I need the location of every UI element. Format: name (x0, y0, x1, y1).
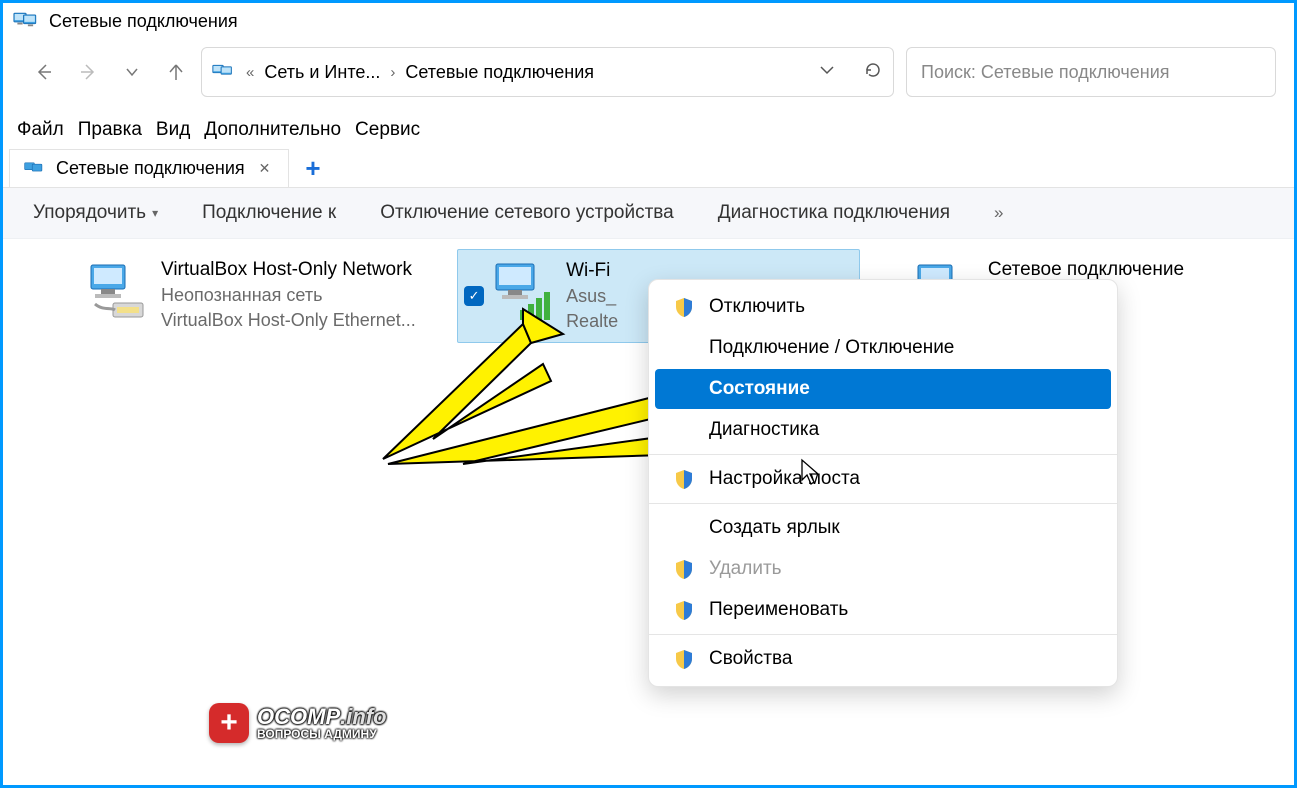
watermark-tagline: ВОПРОСЫ АДМИНУ (257, 728, 387, 740)
context-menu: Отключить Подключение / Отключение Состо… (648, 279, 1118, 687)
mouse-cursor-icon (800, 458, 822, 486)
search-input[interactable]: Поиск: Сетевые подключения (906, 47, 1276, 97)
ctx-bridge[interactable]: Настройка моста (655, 459, 1111, 499)
toolbar-overflow[interactable]: » (994, 203, 1003, 223)
network-connections-icon (212, 62, 236, 82)
connection-item-virtualbox[interactable]: VirtualBox Host-Only Network Неопознанна… (73, 249, 457, 343)
address-row: « Сеть и Инте... › Сетевые подключения П… (3, 39, 1294, 115)
ctx-separator (649, 454, 1117, 455)
watermark-tld: .info (340, 704, 386, 729)
new-tab-button[interactable]: + (289, 153, 336, 184)
watermark-badge-icon: + (209, 703, 249, 743)
nav-back-button[interactable] (31, 59, 57, 85)
ctx-diagnostics[interactable]: Диагностика (655, 410, 1111, 450)
menu-view[interactable]: Вид (156, 119, 190, 141)
chevron-down-icon: ▾ (152, 206, 158, 220)
toolbar-organize[interactable]: Упорядочить ▾ (33, 202, 158, 224)
nav-history-dropdown[interactable] (119, 59, 145, 85)
connection-title: Сетевое подключение (988, 259, 1184, 281)
shield-icon (673, 599, 695, 621)
watermark-brand: OCOMP (257, 704, 340, 729)
titlebar: Сетевые подключения (3, 3, 1294, 39)
ctx-status[interactable]: Состояние (655, 369, 1111, 409)
menu-file[interactable]: Файл (17, 119, 64, 141)
tab-row: Сетевые подключения ✕ + (3, 149, 1294, 188)
nav-up-button[interactable] (163, 59, 189, 85)
breadcrumb-bar[interactable]: « Сеть и Инте... › Сетевые подключения (201, 47, 894, 97)
menu-service[interactable]: Сервис (355, 119, 420, 141)
breadcrumb-item[interactable]: Сетевые подключения (405, 62, 594, 83)
menu-edit[interactable]: Правка (78, 119, 142, 141)
ctx-delete: Удалить (655, 549, 1111, 589)
network-adapter-icon (85, 259, 149, 323)
ctx-rename[interactable]: Переименовать (655, 590, 1111, 630)
breadcrumb-dropdown-icon[interactable] (819, 62, 835, 82)
shield-icon (673, 558, 695, 580)
breadcrumb-chevron-icon[interactable]: › (390, 64, 395, 81)
wifi-adapter-icon (490, 260, 554, 324)
ctx-separator (649, 503, 1117, 504)
content-area: VirtualBox Host-Only Network Неопознанна… (3, 239, 1294, 759)
nav-forward-button[interactable] (75, 59, 101, 85)
toolbar-diagnostics[interactable]: Диагностика подключения (718, 202, 950, 224)
connection-title: Wi-Fi (566, 260, 618, 282)
tab-label: Сетевые подключения (56, 158, 245, 179)
ctx-create-shortcut[interactable]: Создать ярлык (655, 508, 1111, 548)
search-placeholder: Поиск: Сетевые подключения (921, 62, 1170, 83)
shield-icon (673, 468, 695, 490)
toolbar-connect-to[interactable]: Подключение к (202, 202, 336, 224)
connection-status: Неопознанная сеть (161, 285, 416, 306)
network-connections-icon (24, 160, 46, 178)
selected-check-icon: ✓ (464, 286, 484, 306)
watermark: + OCOMP.info ВОПРОСЫ АДМИНУ (209, 703, 387, 743)
connection-status: Asus_ (566, 286, 618, 307)
shield-icon (673, 648, 695, 670)
connection-device: VirtualBox Host-Only Ethernet... (161, 310, 416, 331)
ctx-separator (649, 634, 1117, 635)
menu-extra[interactable]: Дополнительно (204, 119, 341, 141)
ctx-disable[interactable]: Отключить (655, 287, 1111, 327)
menubar: Файл Правка Вид Дополнительно Сервис (3, 115, 1294, 149)
toolbar: Упорядочить ▾ Подключение к Отключение с… (3, 188, 1294, 239)
window-title: Сетевые подключения (49, 11, 238, 32)
ctx-properties[interactable]: Свойства (655, 639, 1111, 679)
ctx-connect-disconnect[interactable]: Подключение / Отключение (655, 328, 1111, 368)
network-connections-icon (13, 9, 41, 33)
refresh-button[interactable] (863, 60, 883, 84)
breadcrumb-item[interactable]: Сеть и Инте... (264, 62, 380, 83)
tab-network-connections[interactable]: Сетевые подключения ✕ (9, 149, 289, 187)
toolbar-disable-device[interactable]: Отключение сетевого устройства (380, 202, 674, 224)
shield-icon (673, 296, 695, 318)
tab-close-button[interactable]: ✕ (255, 160, 275, 177)
breadcrumb-prefix: « (246, 64, 254, 81)
connection-device: Realte (566, 311, 618, 332)
connection-title: VirtualBox Host-Only Network (161, 259, 416, 281)
